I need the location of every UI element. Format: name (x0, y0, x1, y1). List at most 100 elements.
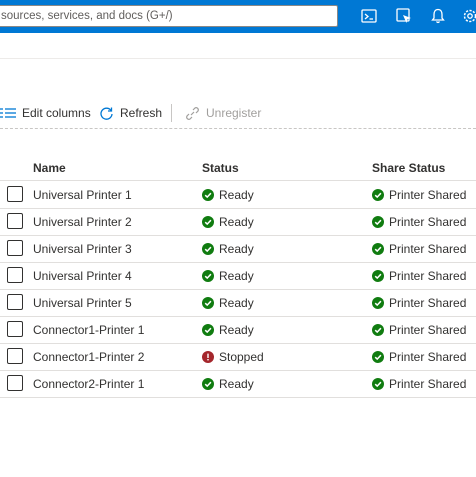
share-status-cell: Printer Shared (372, 215, 466, 229)
status-text: Ready (219, 296, 254, 310)
table-header: Name Status Share Status (0, 155, 476, 181)
printer-name-cell[interactable]: Universal Printer 5 (33, 296, 132, 310)
check-circle-icon (202, 297, 214, 309)
share-status-text: Printer Shared (389, 188, 467, 202)
table-row[interactable]: Universal Printer 4 Ready Printer Shared (0, 263, 476, 290)
page-header-band (0, 33, 476, 58)
check-circle-icon (202, 324, 214, 336)
check-circle-icon (202, 189, 214, 201)
share-status-text: Printer Shared (389, 296, 467, 310)
printer-name[interactable]: Connector1-Printer 2 (33, 350, 144, 364)
printer-name-cell[interactable]: Universal Printer 4 (33, 269, 132, 283)
row-select-checkbox[interactable] (7, 213, 23, 229)
row-select-checkbox[interactable] (7, 186, 23, 202)
table-row[interactable]: Connector2-Printer 1 Ready Printer Shared (0, 371, 476, 398)
status-text: Ready (219, 242, 254, 256)
status-cell: Ready (202, 296, 254, 310)
notifications-icon[interactable] (429, 7, 447, 25)
table-row[interactable]: Universal Printer 1 Ready Printer Shared (0, 182, 476, 209)
status-cell: Ready (202, 215, 254, 229)
unlink-icon (186, 106, 199, 120)
unregister-button[interactable]: Unregister (185, 103, 261, 123)
refresh-label: Refresh (120, 106, 163, 120)
printer-name[interactable]: Universal Printer 4 (33, 269, 132, 283)
unregister-label: Unregister (206, 106, 262, 120)
printer-name-cell[interactable]: Universal Printer 3 (33, 242, 132, 256)
check-circle-icon (202, 243, 214, 255)
directory-filter-icon[interactable] (395, 7, 413, 25)
search-placeholder: sources, services, and docs (G+/) (1, 10, 173, 22)
command-bar-divider (0, 128, 476, 129)
share-status-text: Printer Shared (389, 242, 467, 256)
share-status-text: Printer Shared (389, 215, 467, 229)
settings-icon[interactable] (461, 7, 476, 25)
status-text: Ready (219, 215, 254, 229)
share-status-cell: Printer Shared (372, 323, 466, 337)
status-text: Stopped (219, 350, 264, 364)
refresh-icon (100, 107, 113, 120)
status-text: Ready (219, 323, 254, 337)
status-cell: Ready (202, 188, 254, 202)
refresh-button[interactable]: Refresh (99, 103, 162, 123)
table-row[interactable]: Connector1-Printer 1 Ready Printer Shared (0, 317, 476, 344)
command-separator (171, 104, 172, 122)
table-row[interactable]: Universal Printer 5 Ready Printer Shared (0, 290, 476, 317)
command-bar: Edit columns Refresh Unregister (0, 98, 476, 128)
printer-name-cell[interactable]: Connector1-Printer 1 (33, 323, 144, 337)
table-row[interactable]: Connector1-Printer 2 Stopped Printer Share… (0, 344, 476, 371)
printer-name[interactable]: Universal Printer 3 (33, 242, 132, 256)
status-cell: Stopped (202, 350, 264, 364)
printer-name[interactable]: Universal Printer 5 (33, 296, 132, 310)
table-row[interactable]: Universal Printer 3 Ready Printer Shared (0, 236, 476, 263)
check-circle-icon (372, 243, 384, 255)
share-status-cell: Printer Shared (372, 350, 466, 364)
row-select-checkbox[interactable] (7, 321, 23, 337)
status-text: Ready (219, 377, 254, 391)
printer-name[interactable]: Connector2-Printer 1 (33, 377, 144, 391)
column-header-share-status[interactable]: Share Status (372, 161, 445, 175)
table-row[interactable]: Universal Printer 2 Ready Printer Shared (0, 209, 476, 236)
share-status-text: Printer Shared (389, 377, 467, 391)
row-select-checkbox[interactable] (7, 240, 23, 256)
check-circle-icon (372, 297, 384, 309)
share-status-text: Printer Shared (389, 323, 467, 337)
status-cell: Ready (202, 269, 254, 283)
row-select-checkbox[interactable] (7, 375, 23, 391)
printer-name-cell[interactable]: Connector2-Printer 1 (33, 377, 144, 391)
cloud-shell-icon[interactable] (360, 7, 378, 25)
row-select-checkbox[interactable] (7, 348, 23, 364)
printer-name[interactable]: Connector1-Printer 1 (33, 323, 144, 337)
edit-columns-label: Edit columns (22, 106, 91, 120)
check-circle-icon (372, 270, 384, 282)
status-cell: Ready (202, 323, 254, 337)
header-divider (0, 58, 476, 59)
status-text: Ready (219, 188, 254, 202)
share-status-cell: Printer Shared (372, 242, 466, 256)
status-cell: Ready (202, 377, 254, 391)
edit-columns-button[interactable]: Edit columns (0, 103, 91, 123)
share-status-cell: Printer Shared (372, 269, 466, 283)
share-status-text: Printer Shared (389, 269, 467, 283)
printer-name-cell[interactable]: Universal Printer 2 (33, 215, 132, 229)
row-select-checkbox[interactable] (7, 294, 23, 310)
top-navigation-bar: sources, services, and docs (G+/) (0, 0, 476, 33)
error-circle-icon (202, 351, 214, 363)
check-circle-icon (202, 216, 214, 228)
share-status-cell: Printer Shared (372, 188, 466, 202)
share-status-text: Printer Shared (389, 350, 467, 364)
printer-name[interactable]: Universal Printer 2 (33, 215, 132, 229)
check-circle-icon (372, 351, 384, 363)
column-header-name[interactable]: Name (33, 161, 66, 175)
column-header-status[interactable]: Status (202, 161, 239, 175)
printer-name-cell[interactable]: Universal Printer 1 (33, 188, 132, 202)
check-circle-icon (372, 216, 384, 228)
status-text: Ready (219, 269, 254, 283)
share-status-cell: Printer Shared (372, 296, 466, 310)
edit-columns-icon (0, 108, 16, 118)
check-circle-icon (372, 378, 384, 390)
row-select-checkbox[interactable] (7, 267, 23, 283)
global-search-input[interactable]: sources, services, and docs (G+/) (0, 5, 338, 27)
printer-name-cell[interactable]: Connector1-Printer 2 (33, 350, 144, 364)
printer-name[interactable]: Universal Printer 1 (33, 188, 132, 202)
check-circle-icon (202, 270, 214, 282)
